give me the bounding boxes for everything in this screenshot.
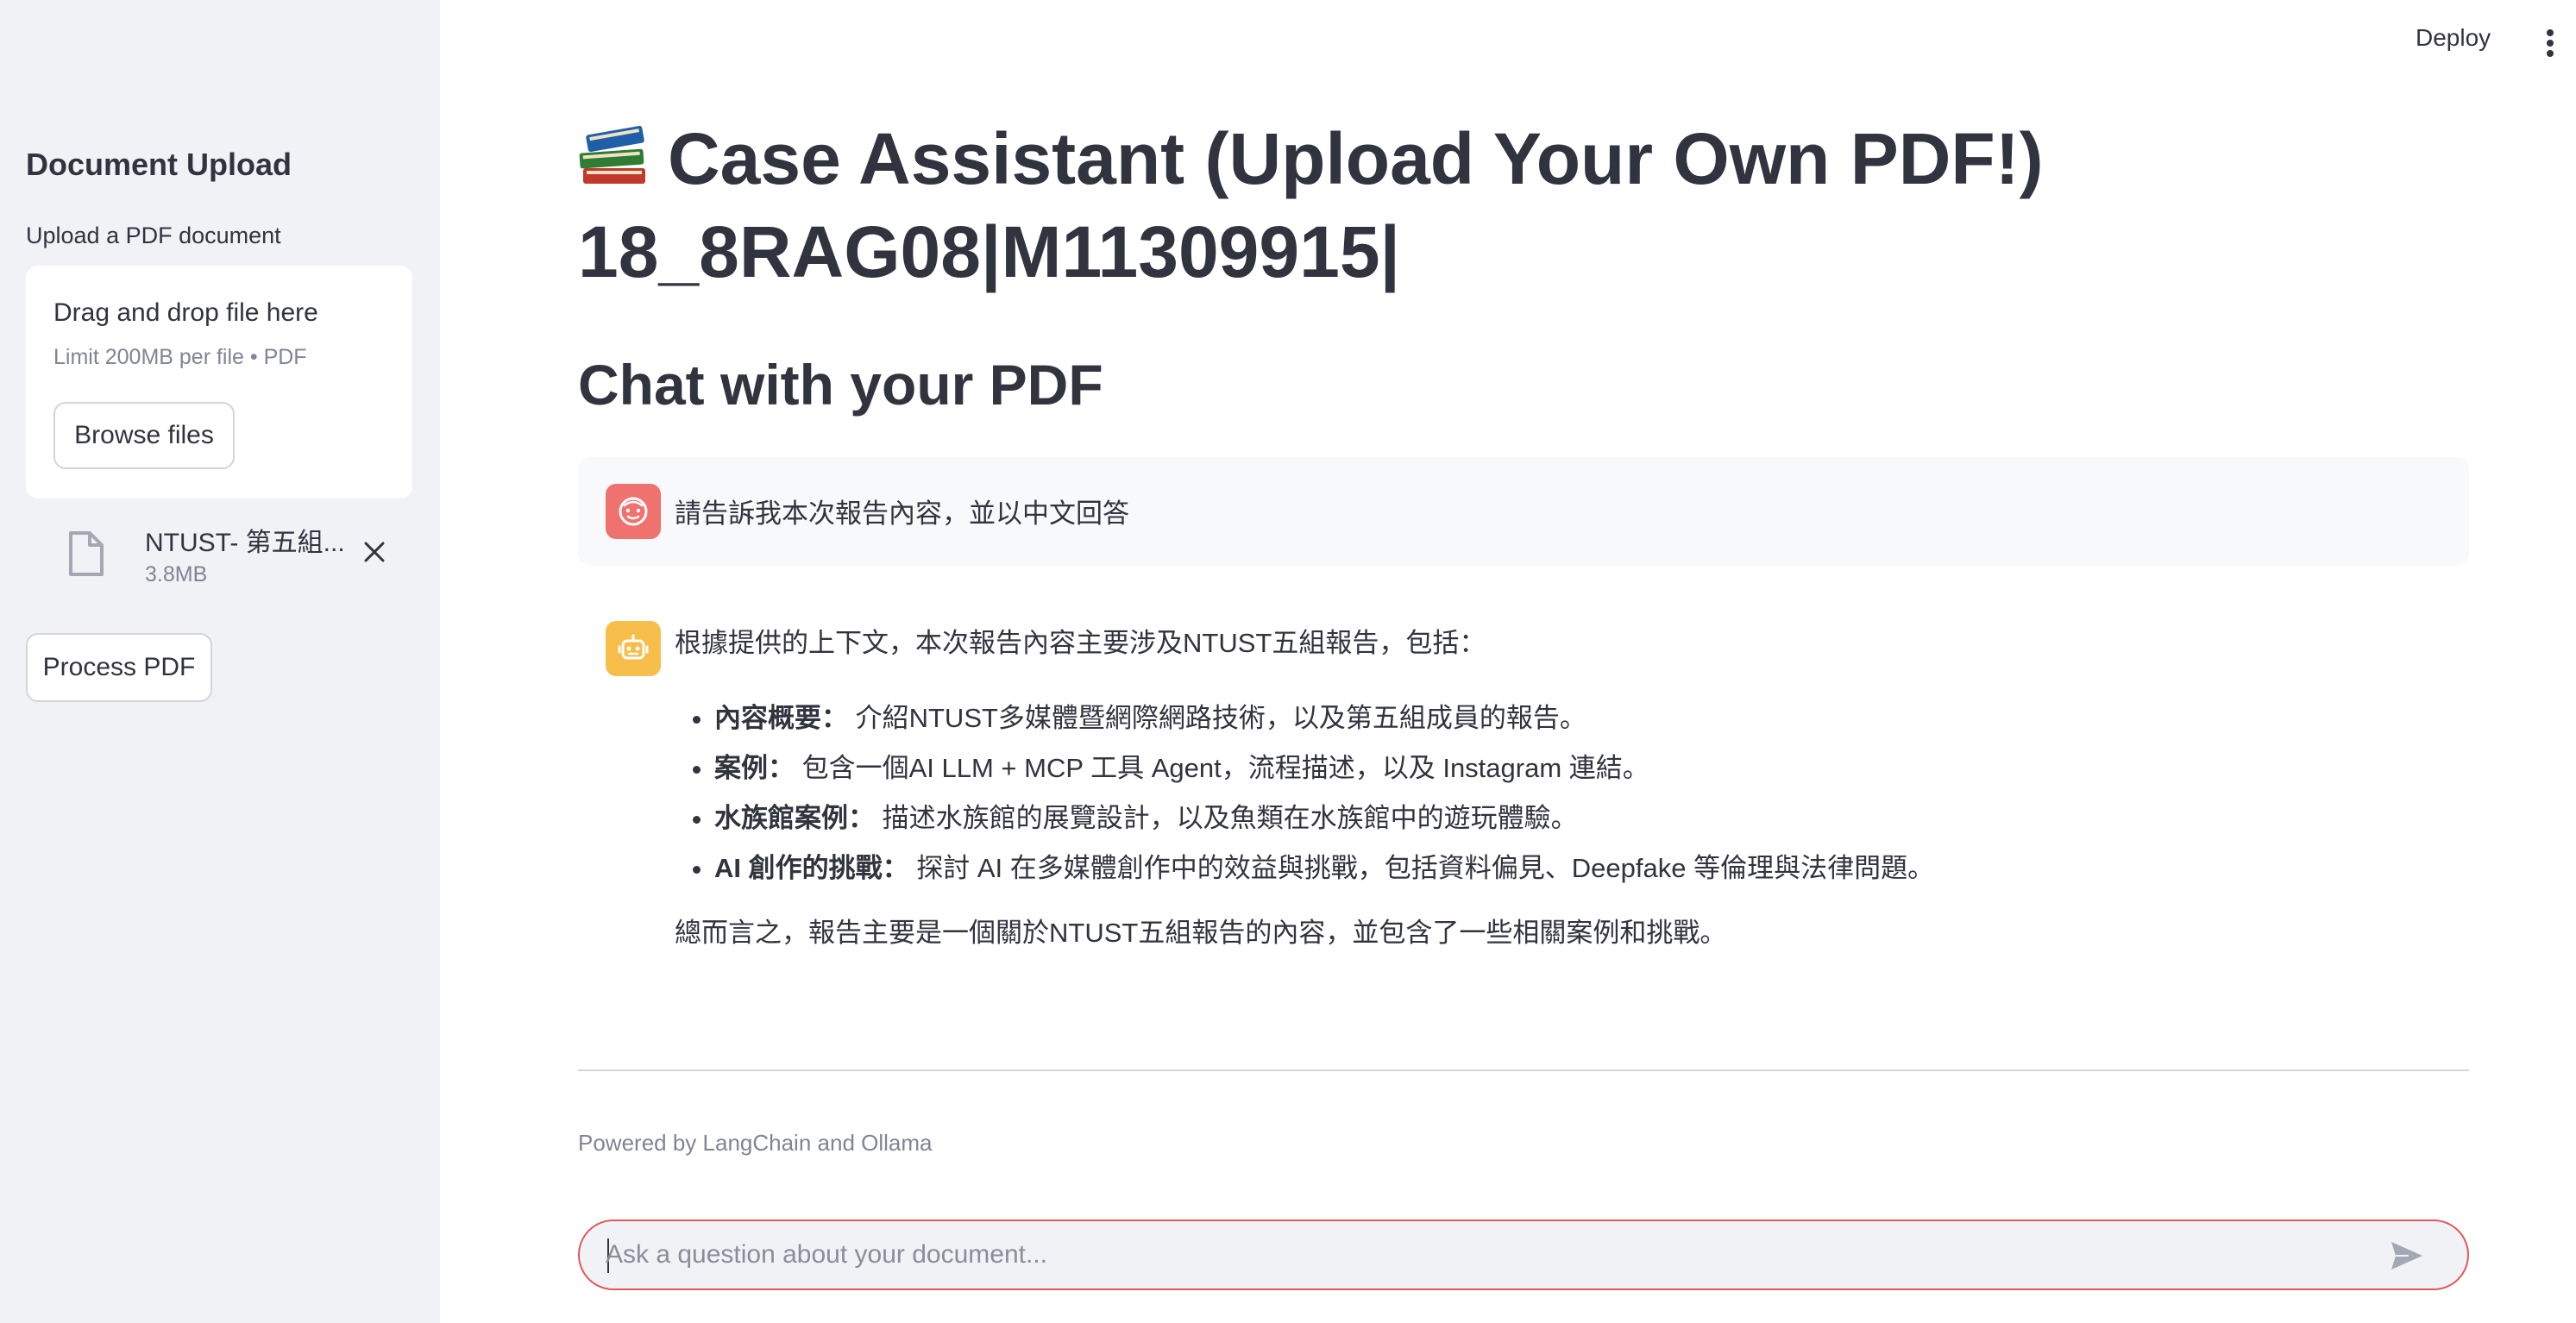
list-item: 內容概要： 介紹NTUST多媒體暨網際網路技術，以及第五組成員的報告。 <box>714 693 2452 743</box>
uploaded-file: NTUST- 第五組... 3.8MB <box>26 517 412 595</box>
assistant-message: 根據提供的上下文，本次報告內容主要涉及NTUST五組報告，包括： 內容概要： 介… <box>578 604 2469 975</box>
list-item-text: 包含一個AI LLM + MCP 工具 Agent，流程描述，以及 Instag… <box>795 753 1649 783</box>
list-item-label: AI 創作的挑戰： <box>714 853 909 883</box>
divider <box>578 1069 2469 1071</box>
process-pdf-button[interactable]: Process PDF <box>26 633 212 702</box>
close-icon[interactable] <box>355 533 393 571</box>
assistant-summary: 總而言之，報告主要是一個關於NTUST五組報告的內容，並包含了一些相關案例和挑戰… <box>675 918 1727 948</box>
list-item: 案例： 包含一個AI LLM + MCP 工具 Agent，流程描述，以及 In… <box>714 743 2452 793</box>
list-item-label: 水族館案例： <box>714 803 875 833</box>
kebab-menu-icon[interactable] <box>2540 26 2560 60</box>
sidebar: Document Upload Upload a PDF document Dr… <box>0 0 440 1323</box>
assistant-message-body: 根據提供的上下文，本次報告內容主要涉及NTUST五組報告，包括： 內容概要： 介… <box>675 624 2452 952</box>
dropzone-title: Drag and drop file here <box>53 298 318 327</box>
dropzone-limit: Limit 200MB per file • PDF <box>53 345 307 369</box>
list-item-label: 案例： <box>714 753 795 783</box>
file-dropzone[interactable]: Drag and drop file here Limit 200MB per … <box>26 266 412 498</box>
deploy-button[interactable]: Deploy <box>2416 24 2491 52</box>
assistant-intro: 根據提供的上下文，本次報告內容主要涉及NTUST五組報告，包括： <box>675 628 1486 658</box>
chat-input[interactable] <box>606 1221 2383 1289</box>
page-title-line1: Case Assistant (Upload Your Own PDF!) <box>668 118 2044 199</box>
assistant-bullet-list: 內容概要： 介紹NTUST多媒體暨網際網路技術，以及第五組成員的報告。 案例： … <box>714 693 2452 893</box>
page-title: Case Assistant (Upload Your Own PDF!) 18… <box>578 112 2045 298</box>
list-item-text: 介紹NTUST多媒體暨網際網路技術，以及第五組成員的報告。 <box>848 703 1586 733</box>
chat-subheader: Chat with your PDF <box>578 353 1103 417</box>
bot-avatar-icon <box>606 621 661 676</box>
app-root: Document Upload Upload a PDF document Dr… <box>0 0 2576 1323</box>
sidebar-title: Document Upload <box>26 147 292 182</box>
chat-input-container <box>578 1220 2469 1290</box>
list-item-text: 探討 AI 在多媒體創作中的效益與挑戰，包括資料偏見、Deepfake 等倫理與… <box>908 853 1935 883</box>
upload-label: Upload a PDF document <box>26 223 281 248</box>
footer-note: Powered by LangChain and Ollama <box>578 1130 933 1156</box>
books-icon <box>578 117 650 185</box>
list-item-text: 描述水族館的展覽設計，以及魚類在水族館中的遊玩體驗。 <box>875 803 1578 833</box>
page-title-line2: 18_8RAG08|M11309915| <box>578 211 1401 292</box>
send-icon[interactable] <box>2388 1238 2426 1273</box>
list-item: AI 創作的挑戰： 探討 AI 在多媒體創作中的效益與挑戰，包括資料偏見、Dee… <box>714 843 2452 893</box>
list-item: 水族館案例： 描述水族館的展覽設計，以及魚類在水族館中的遊玩體驗。 <box>714 793 2452 843</box>
file-name: NTUST- 第五組... <box>145 529 345 557</box>
browse-files-button[interactable]: Browse files <box>53 402 235 469</box>
file-size: 3.8MB <box>145 562 208 586</box>
list-item-label: 內容概要： <box>714 703 848 733</box>
user-message-text: 請告訴我本次報告內容，並以中文回答 <box>675 498 1129 529</box>
file-icon <box>66 530 107 578</box>
user-message: 請告訴我本次報告內容，並以中文回答 <box>578 457 2469 566</box>
user-avatar-icon <box>606 484 661 539</box>
